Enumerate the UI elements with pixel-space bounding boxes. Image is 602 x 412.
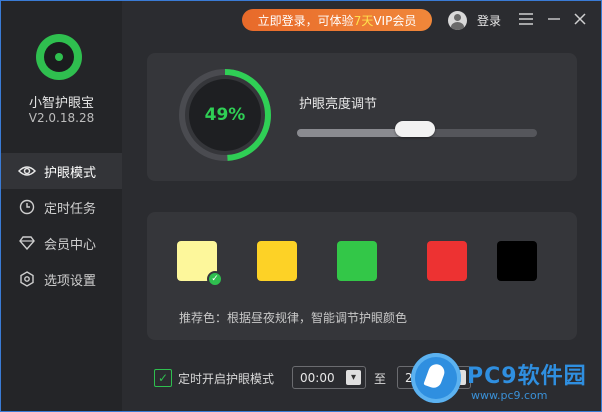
sidebar-item-label: 选项设置: [44, 273, 97, 289]
login-button[interactable]: 登录: [448, 9, 501, 31]
sidebar-item-label: 护眼模式: [44, 165, 97, 181]
slider-thumb[interactable]: [395, 121, 435, 137]
login-label: 登录: [477, 13, 502, 28]
sidebar-item-member-center[interactable]: 会员中心: [1, 225, 122, 261]
app-version: V2.0.18.28: [28, 111, 95, 125]
promo-highlight: 7天: [353, 13, 374, 28]
avatar-icon: [448, 10, 467, 30]
app-logo-icon: [36, 34, 82, 80]
eye-icon: [18, 162, 36, 180]
timer-checkbox[interactable]: ✓: [154, 369, 172, 387]
watermark-logo-icon: [411, 353, 461, 403]
timer-toggle[interactable]: ✓ 定时开启护眼模式: [154, 366, 274, 390]
check-icon: ✓: [207, 271, 223, 287]
menu-icon[interactable]: [517, 10, 535, 28]
clock-icon: [18, 198, 36, 216]
color-swatch-red[interactable]: [427, 241, 467, 281]
brightness-panel: 49% 护眼亮度调节: [147, 53, 577, 181]
chevron-down-icon: ▾: [346, 370, 361, 385]
app-name: 小智护眼宝: [28, 96, 94, 111]
start-time-value: 00:00: [300, 370, 335, 385]
minimize-icon[interactable]: [545, 10, 563, 28]
to-label: 至: [374, 372, 387, 386]
app-window: 小智护眼宝 V2.0.18.28 护眼模式 定时任务 会员中心 选项设置 立即登…: [0, 0, 602, 412]
diamond-icon: [18, 234, 36, 252]
sidebar: 小智护眼宝 V2.0.18.28 护眼模式 定时任务 会员中心 选项设置: [1, 1, 122, 411]
watermark-url: www.pc9.com: [471, 389, 548, 402]
brightness-percent: 49%: [204, 105, 246, 125]
close-icon[interactable]: [571, 10, 589, 28]
sidebar-item-eye-mode[interactable]: 护眼模式: [1, 153, 122, 189]
sidebar-item-scheduled-tasks[interactable]: 定时任务: [1, 189, 122, 225]
brightness-title: 护眼亮度调节: [299, 97, 378, 112]
color-swatch-light-yellow[interactable]: ✓: [177, 241, 223, 287]
color-swatch-black[interactable]: [497, 241, 537, 281]
watermark-text: PC9软件园: [467, 364, 587, 389]
vip-promo-banner[interactable]: 立即登录，可体验 7天 VIP会员: [242, 9, 432, 31]
promo-suffix: VIP会员: [373, 13, 417, 28]
color-swatch-green[interactable]: [337, 241, 377, 281]
timer-label: 定时开启护眼模式: [178, 371, 275, 386]
start-time-select[interactable]: 00:00 ▾: [292, 366, 366, 389]
sidebar-item-label: 会员中心: [44, 237, 97, 253]
sidebar-nav: 护眼模式 定时任务 会员中心 选项设置: [1, 153, 122, 297]
color-panel: ✓ 推荐色：根据昼夜规律，智能调节护眼颜色: [147, 212, 577, 340]
promo-prefix: 立即登录，可体验: [257, 13, 354, 28]
hexagon-settings-icon: [18, 270, 36, 288]
color-swatch-yellow[interactable]: [257, 241, 297, 281]
sidebar-item-label: 定时任务: [44, 201, 97, 217]
sidebar-item-settings[interactable]: 选项设置: [1, 261, 122, 297]
recommend-text: 推荐色：根据昼夜规律，智能调节护眼颜色: [179, 311, 408, 325]
brightness-slider[interactable]: [297, 121, 537, 137]
